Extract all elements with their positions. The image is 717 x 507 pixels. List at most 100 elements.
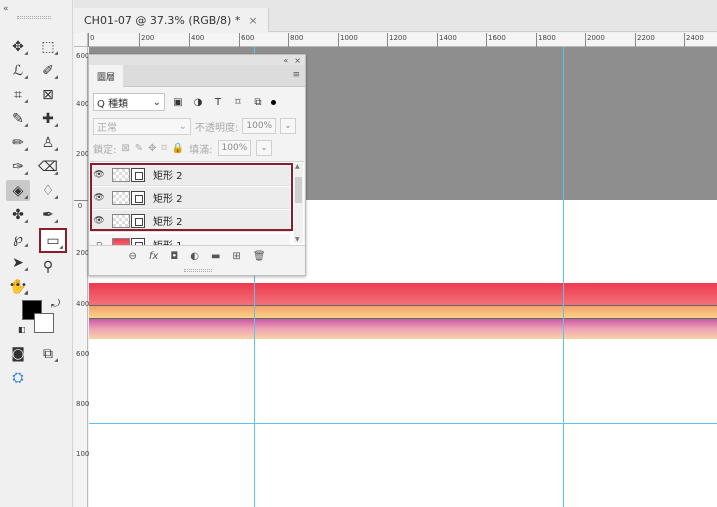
collapse-panel-icon[interactable]: «	[283, 56, 288, 65]
ruler-label: 2000	[587, 34, 605, 42]
ruler-label: 1400	[439, 34, 457, 42]
new-group-icon[interactable]: ▬	[211, 251, 220, 262]
toolbar-grip[interactable]	[17, 16, 51, 19]
eraser-tool-icon[interactable]: ⌫	[36, 156, 60, 177]
ruler-label: 1200	[389, 34, 407, 42]
lock-artboard-icon[interactable]: ⌑	[162, 143, 167, 154]
filter-kind-select[interactable]: Q 種類 ⌄	[93, 93, 165, 111]
panel-title-strip[interactable]: « ×	[89, 55, 305, 65]
tab-layers[interactable]: 圖層	[89, 65, 123, 87]
healing-brush-tool-icon[interactable]: ✚	[36, 108, 60, 129]
layer-row[interactable]: 👁 矩形 2	[90, 187, 290, 209]
ruler-label: 200	[76, 249, 90, 257]
ruler-label: 200	[76, 150, 90, 158]
ruler-label: 600	[241, 34, 255, 42]
close-icon[interactable]: ×	[248, 14, 257, 27]
panel-menu-icon[interactable]: ≡	[292, 70, 300, 80]
add-mask-icon[interactable]: ◘	[170, 251, 178, 262]
ruler-label: 200	[141, 34, 155, 42]
adjustment-layer-icon[interactable]: ◐	[190, 251, 199, 262]
default-colors-icon[interactable]: ◧	[18, 325, 26, 334]
eye-icon[interactable]: 👁	[90, 170, 108, 180]
rectangle-tool-icon[interactable]: ▭	[39, 228, 67, 253]
pen-tool-icon[interactable]: ✒	[36, 204, 60, 225]
fill-field[interactable]: 100%	[217, 140, 252, 156]
swap-colors-icon[interactable]: ⤾	[51, 297, 60, 311]
type-filter-icon[interactable]: T	[211, 97, 225, 108]
brush-tool-icon[interactable]: ✏	[6, 132, 30, 153]
delete-layer-icon[interactable]: 🗑	[253, 251, 266, 262]
layer-list-scrollbar[interactable]: ▲ ▼	[294, 163, 303, 243]
layer-name: 矩形 2	[153, 217, 183, 228]
eye-icon[interactable]: 👁	[90, 216, 108, 226]
vertical-guide[interactable]	[563, 47, 564, 507]
filter-kind-label: 種類	[108, 98, 129, 110]
frame-tool-icon[interactable]: ⊠	[36, 84, 60, 105]
layer-row[interactable]: 👁 矩形 2	[90, 164, 290, 186]
crop-tool-icon[interactable]: ⌗	[6, 84, 30, 105]
history-brush-tool-icon[interactable]: ✑	[6, 156, 30, 177]
horizontal-guide[interactable]	[89, 423, 717, 424]
new-layer-icon[interactable]: ⊞	[232, 251, 240, 262]
scroll-up-icon[interactable]: ▲	[295, 163, 300, 170]
blend-mode-select[interactable]: 正常 ⌄	[93, 117, 191, 135]
opacity-field[interactable]: 100%	[242, 118, 277, 134]
document-tab-title: CH01-07 @ 37.3% (RGB/8) *	[84, 13, 241, 27]
edit-toolbar-icon[interactable]: ⛭	[6, 367, 30, 388]
blend-row: 正常 ⌄ 不透明度: 100% ⌄	[93, 117, 303, 135]
eye-icon[interactable]: 👁	[90, 193, 108, 203]
clone-stamp-tool-icon[interactable]: ♙	[36, 132, 60, 153]
ruler-label: 1600	[488, 34, 506, 42]
collapse-toolbar-icon[interactable]: «	[3, 4, 9, 14]
layer-style-icon[interactable]: fx	[149, 251, 158, 262]
link-layers-icon[interactable]: ⊖	[128, 251, 136, 262]
pixel-filter-icon[interactable]: ▣	[171, 97, 185, 108]
ruler-label: 2400	[686, 34, 704, 42]
blur-tool-icon[interactable]: ♢	[36, 180, 60, 201]
direct-select-tool-icon[interactable]: ➤	[6, 252, 30, 273]
gradient-band-orange	[89, 306, 717, 318]
gradient-band-purple	[89, 319, 717, 339]
layer-filter-row: Q 種類 ⌄ ▣ ◑ T ⌑ ⧉	[93, 92, 303, 112]
close-panel-icon[interactable]: ×	[294, 56, 301, 65]
dodge-tool-icon[interactable]: ✤	[6, 204, 30, 225]
move-tool-icon[interactable]: ✥	[6, 36, 30, 57]
opacity-label: 不透明度:	[195, 122, 239, 134]
scrollbar-thumb[interactable]	[295, 177, 302, 203]
lock-all-icon[interactable]: 🔒	[172, 143, 184, 154]
lock-image-icon[interactable]: ✎	[135, 143, 143, 154]
vertical-ruler[interactable]: 600 400 200 0 200 400 600 800 1000	[74, 47, 94, 507]
shape-filter-icon[interactable]: ⌑	[231, 97, 245, 108]
quick-select-tool-icon[interactable]: ✐	[36, 60, 60, 81]
scroll-down-icon[interactable]: ▼	[295, 236, 300, 243]
layer-row[interactable]: 👁 矩形 2	[90, 210, 290, 232]
panel-resize-grip[interactable]	[184, 269, 212, 272]
filter-toggle-icon[interactable]	[271, 99, 276, 105]
quick-mask-icon[interactable]: ◙	[6, 343, 30, 364]
screen-mode-icon[interactable]: ⧉	[36, 343, 60, 364]
lasso-tool-icon[interactable]: ℒ	[6, 60, 30, 81]
marquee-tool-icon[interactable]: ⬚	[36, 36, 60, 57]
lock-position-icon[interactable]: ✥	[148, 143, 156, 154]
opacity-dropdown-icon[interactable]: ⌄	[280, 118, 296, 134]
blend-mode-value: 正常	[97, 122, 117, 134]
ruler-label: 600	[76, 350, 90, 358]
path-select-tool-icon[interactable]: ℘	[6, 228, 30, 249]
more-tools-icon[interactable]: •••	[6, 275, 30, 296]
ruler-label: 1000	[76, 450, 94, 458]
background-color-swatch[interactable]	[34, 313, 54, 333]
eyedropper-tool-icon[interactable]: ✎	[6, 108, 30, 129]
adjustment-filter-icon[interactable]: ◑	[191, 97, 205, 108]
document-tab-bar: CH01-07 @ 37.3% (RGB/8) * ×	[74, 0, 717, 32]
paint-bucket-tool-icon[interactable]: ◈	[6, 180, 30, 201]
layer-row[interactable]: ▫ 矩形 1	[90, 234, 290, 245]
ruler-label: 1000	[340, 34, 358, 42]
horizontal-ruler[interactable]: 0 200 400 600 800 1000 1200 1400 1600 18…	[88, 33, 717, 47]
document-tab[interactable]: CH01-07 @ 37.3% (RGB/8) * ×	[74, 8, 269, 32]
lock-transparent-icon[interactable]: ⊠	[121, 143, 129, 154]
smart-object-filter-icon[interactable]: ⧉	[251, 97, 265, 108]
zoom-tool-icon[interactable]: ⚲	[36, 256, 60, 277]
chevron-down-icon: ⌄	[152, 96, 161, 108]
ruler-origin[interactable]	[74, 33, 88, 47]
fill-dropdown-icon[interactable]: ⌄	[256, 140, 272, 156]
